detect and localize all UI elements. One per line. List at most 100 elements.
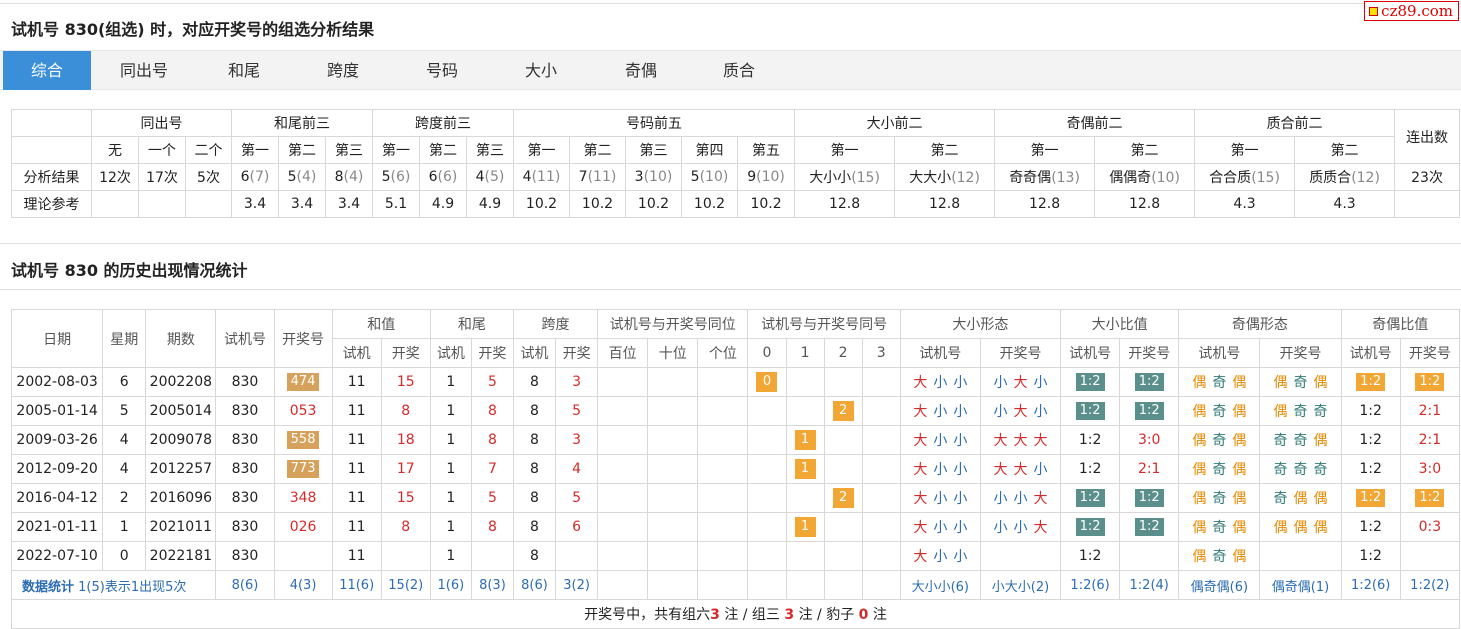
sub-header: 个位 [697,338,749,368]
same-number-cell: 1 [785,425,825,455]
sub-header: 第一 [994,136,1096,164]
summary-dx-trial: 大小小(6) [899,570,981,600]
summary-span-trial: 8(6) [512,570,557,600]
ratio-cell [1119,541,1180,571]
issue-cell: 2012257 [145,454,217,484]
tab-same-number[interactable]: 同出号 [120,51,168,90]
ratio-cell: 1:2 [1119,483,1180,513]
ratio-cell: 1:2 [1399,367,1461,397]
hit-marker: 0 [756,372,778,392]
section-divider [0,289,1461,290]
sum-draw: 17 [380,454,431,484]
sub-header: 第二 [419,136,468,164]
shape-cell: 大小小 [899,512,981,542]
shape-cell: 偶奇偶 [1178,425,1261,455]
reference-cell: 10.2 [569,190,627,218]
table-row: 2009-03-26 4 2009078 830 558 11 18 1 8 8 3 1 大小小大大大 1… [10,425,1461,455]
tail-draw: 5 [470,367,514,397]
shape-cell: 奇奇偶 [1259,425,1342,455]
date-cell: 2002-08-03 [10,367,104,397]
same-number-cell [861,396,901,426]
draw-cell: 474 [273,367,333,397]
summary-label-cell: 数据统计 1(5)表示1出现5次 [10,570,217,600]
issue-cell: 2005014 [145,396,217,426]
trial-cell: 830 [215,367,275,397]
summary-dx-draw: 小大小(2) [979,570,1062,600]
same-number-cell [861,425,901,455]
summary-link[interactable]: 数据统计 [22,580,74,595]
position-cell [597,425,649,455]
trial-cell: 830 [215,512,275,542]
position-cell [697,396,749,426]
tab-prime-composite[interactable]: 质合 [723,51,755,90]
history-title: 试机号 830 的历史出现情况统计 [11,261,248,280]
col-trial: 试机号 [215,309,275,368]
ratio-cell: 1:2 [1340,483,1401,513]
group-header: 跨度前三 [372,109,515,137]
brand-logo[interactable]: cz89.com [1364,1,1459,21]
reference-cell: 5.1 [372,190,421,218]
week-cell: 5 [102,396,147,426]
draw-cell: 773 [273,454,333,484]
sub-header: 试机号 [1340,338,1401,368]
result-cell: 9(10) [737,163,796,191]
ratio-badge: 1:2 [1356,489,1386,507]
shape-cell: 偶奇奇 [1259,396,1342,426]
sum-draw: 8 [380,512,431,542]
count-note: (11) [531,169,561,185]
sum-trial: 11 [331,541,382,571]
trial-cell: 830 [215,541,275,571]
tail-trial: 1 [429,396,472,426]
reference-cell: 4.9 [419,190,468,218]
ratio-cell: 2:1 [1119,454,1180,484]
result-cell: 3(10) [625,163,683,191]
result-cell: 7(11) [569,163,627,191]
sub-header: 第二 [1294,136,1396,164]
tab-big-small[interactable]: 大小 [525,51,557,90]
sum-draw: 18 [380,425,431,455]
position-cell [647,425,699,455]
same-number-cell [747,541,787,571]
tab-numbers[interactable]: 号码 [426,51,458,90]
sub-header: 第一 [231,136,280,164]
tab-span[interactable]: 跨度 [327,51,359,90]
same-number-cell: 1 [785,512,825,542]
reference-cell: 3.4 [278,190,327,218]
sub-header: 试机号 [1178,338,1261,368]
tab-summary[interactable]: 综合 [3,51,91,90]
reference-cell: 12.8 [894,190,996,218]
position-cell [697,483,749,513]
shape-cell: 大小小 [899,483,981,513]
col-sum-tail: 和尾 [429,309,514,339]
shape-cell: 小小大 [979,483,1062,513]
draw-cell: 053 [273,396,333,426]
sub-header: 第四 [681,136,739,164]
result-cell: 奇奇偶(13) [994,163,1096,191]
sub-header: 开奖 [555,338,599,368]
tab-odd-even[interactable]: 奇偶 [625,51,657,90]
footer-row: 开奖号中，共有组六3 注 / 组三 3 注 / 豹子 0 注 [11,599,1460,629]
ratio-cell: 2:1 [1399,396,1461,426]
draw-badge: 773 [286,460,320,478]
group-header: 和尾前三 [231,109,374,137]
tab-sum-tail[interactable]: 和尾 [228,51,260,90]
position-cell [597,483,649,513]
sub-header: 开奖号 [1119,338,1180,368]
same-number-cell [823,541,863,571]
result-cell: 4(11) [513,163,571,191]
reference-cell [184,190,233,218]
result-cell: 4(5) [466,163,515,191]
sub-header: 第三 [466,136,515,164]
span-trial: 8 [512,483,557,513]
sub-header: 第三 [325,136,374,164]
table-row: 2002-08-03 6 2002208 830 474 11 15 1 5 8 3 0 大小小小大小 1… [10,367,1461,397]
sub-header: 试机 [429,338,472,368]
hit-marker: 2 [832,401,854,421]
sub-header: 无 [91,136,139,164]
summary-span-draw: 3(2) [555,570,599,600]
analysis-group-row: 同出号 和尾前三 跨度前三 号码前五 大小前二 奇偶前二 质合前二 连出数 [11,109,1461,164]
summary-db-trial: 1:2(6) [1060,570,1121,600]
ratio-cell: 1:2 [1340,454,1401,484]
ratio-badge: 1:2 [1075,518,1105,536]
position-cell [647,483,699,513]
